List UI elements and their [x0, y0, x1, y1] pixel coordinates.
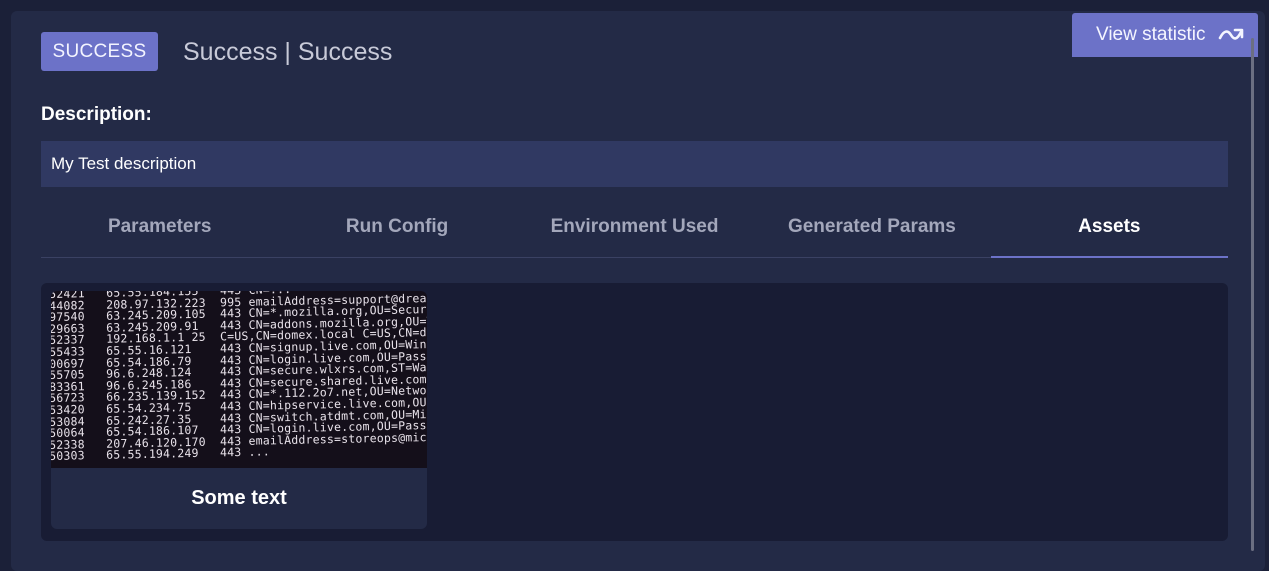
status-badge: SUCCESS: [41, 32, 158, 71]
tab-run-config[interactable]: Run Config: [278, 204, 515, 257]
asset-caption: Some text: [191, 487, 287, 509]
tab-parameters[interactable]: Parameters: [41, 204, 278, 257]
view-statistic-button[interactable]: View statistic: [1072, 13, 1258, 57]
view-statistic-label: View statistic: [1096, 24, 1206, 45]
tab-generated-params[interactable]: Generated Params: [753, 204, 990, 257]
page-title: Success | Success: [183, 38, 393, 66]
scrollbar[interactable]: [1251, 38, 1254, 551]
tab-assets[interactable]: Assets: [990, 204, 1229, 258]
tab-environment-used[interactable]: Environment Used: [516, 204, 753, 257]
asset-image-line: 50303 65.55.194.249 443 ...: [51, 444, 271, 464]
detail-tabs: Parameters Run Config Environment Used G…: [41, 204, 1229, 258]
description-field: My Test description: [41, 141, 1228, 187]
trend-arrow-icon: [1218, 28, 1244, 40]
asset-image: 52421 65.55.184.155 443 CN=... 44082 208.…: [51, 291, 427, 468]
asset-card[interactable]: 52421 65.55.184.155 443 CN=... 44082 208.…: [51, 291, 427, 529]
description-label: Description:: [41, 104, 152, 125]
